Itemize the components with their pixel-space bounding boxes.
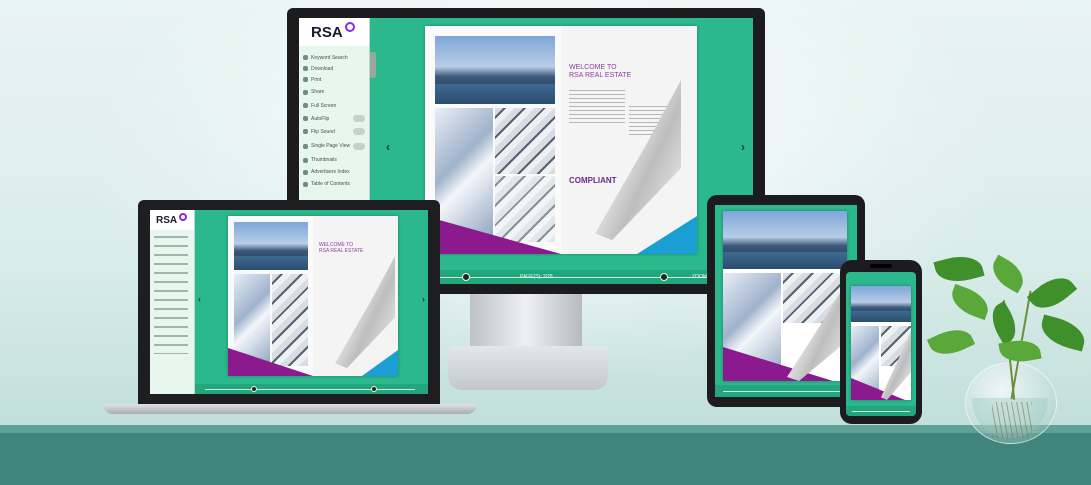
cyan-accent [637,216,697,254]
menu-item-keyword-search[interactable]: Keyword Search [299,52,369,63]
logo-ring-icon [179,212,188,221]
open-book: WELCOME TO RSA REAL ESTATE COMPLIANT [425,26,697,254]
flipbook-viewer-laptop: RSA ‹ › WELCOME TO RSA REAL ESTATE [150,210,428,394]
city-skyline-photo [723,211,847,269]
share-icon [303,89,308,95]
sidebar-menu-laptop: RSA [150,210,195,394]
flipbook-viewer-tablet [715,205,857,397]
zoom-slider-knob[interactable] [371,386,377,392]
plant-roots [992,402,1032,438]
flipbook-viewer-phone [846,272,916,416]
welcome-heading: WELCOME TO RSA REAL ESTATE [569,64,632,79]
thumbnails-icon [303,157,308,163]
zoom-slider-knob[interactable] [660,273,668,281]
print-icon [303,77,308,82]
flip-sound-toggle[interactable] [353,128,365,135]
menu-item-thumbnails[interactable]: Thumbnails [299,154,369,166]
fullscreen-icon [303,103,308,108]
prev-page-arrow-laptop[interactable]: ‹ [198,294,201,304]
page-curl[interactable] [335,256,395,368]
desk [0,425,1091,485]
page-slider-track[interactable] [390,277,730,278]
cyan-accent [362,350,398,376]
download-icon [303,66,308,71]
page-slider-track[interactable] [205,389,415,390]
laptop: RSA ‹ › WELCOME TO RSA REAL ESTATE [138,200,440,404]
single-page-toggle[interactable] [353,142,366,150]
rsa-logo-laptop: RSA [150,210,194,230]
page-indicator: PAGE(S): 2/28 [520,274,553,280]
open-book-tablet [723,211,847,381]
monitor-stand-base [448,346,608,390]
page-slider-track[interactable] [723,391,849,392]
menu-item-autoflip[interactable]: AutoFlip [299,112,369,125]
page-slider-knob[interactable] [251,386,257,392]
word-cloud: COMPLIANT [569,176,617,185]
menu-list-laptop[interactable] [154,236,188,354]
menu-item-advertisers-index[interactable]: Advertisers Index [299,166,369,178]
next-page-arrow-laptop[interactable]: › [422,294,425,304]
next-page-arrow[interactable]: › [741,140,745,154]
autoflip-icon [303,116,308,121]
laptop-base [103,404,477,414]
menu-item-print[interactable]: Print [299,74,369,85]
logo-ring-icon [344,22,355,32]
prev-page-arrow[interactable]: ‹ [386,140,390,154]
index-icon [303,169,308,175]
menu-list: Keyword Search Download Print Share Full… [299,52,369,190]
bottom-toolbar-tablet [715,385,857,397]
monitor-stand [470,294,582,350]
body-text-block [569,90,625,126]
city-skyline-photo [234,222,308,270]
autoflip-toggle[interactable] [353,115,365,122]
atrium-photo [495,176,555,242]
escalator-photo [272,274,308,366]
page-slider-knob[interactable] [462,273,470,281]
phone-notch [870,264,892,268]
city-skyline-photo [851,286,911,322]
menu-item-table-of-contents[interactable]: Table of Contents [299,178,369,190]
open-book-phone [851,286,911,400]
menu-item-full-screen[interactable]: Full Screen [299,99,369,112]
open-book-laptop: WELCOME TO RSA REAL ESTATE [228,216,398,376]
menu-item-share[interactable]: Share [299,85,369,99]
city-skyline-photo [435,36,555,104]
smartphone [840,260,922,424]
escalator-photo [495,108,555,174]
single-page-icon [303,143,308,149]
menu-item-single-page-view[interactable]: Single Page View [299,138,369,154]
zoom-label: ZOOM [692,274,707,280]
logo-text: RSA [311,23,343,41]
sound-icon [303,129,308,134]
toc-icon [303,181,308,187]
menu-item-flip-sound[interactable]: Flip Sound [299,125,369,138]
bottom-toolbar-laptop [195,384,428,394]
right-page: WELCOME TO RSA REAL ESTATE COMPLIANT [561,26,697,254]
rsa-logo: RSA [299,18,369,46]
desk-edge [0,425,1091,433]
left-page [425,26,561,254]
bottom-toolbar-phone [846,406,916,416]
sidebar-collapse-handle[interactable] [370,52,376,78]
page-slider-track[interactable] [852,411,910,412]
menu-item-download[interactable]: Download [299,63,369,74]
search-icon [303,55,308,60]
